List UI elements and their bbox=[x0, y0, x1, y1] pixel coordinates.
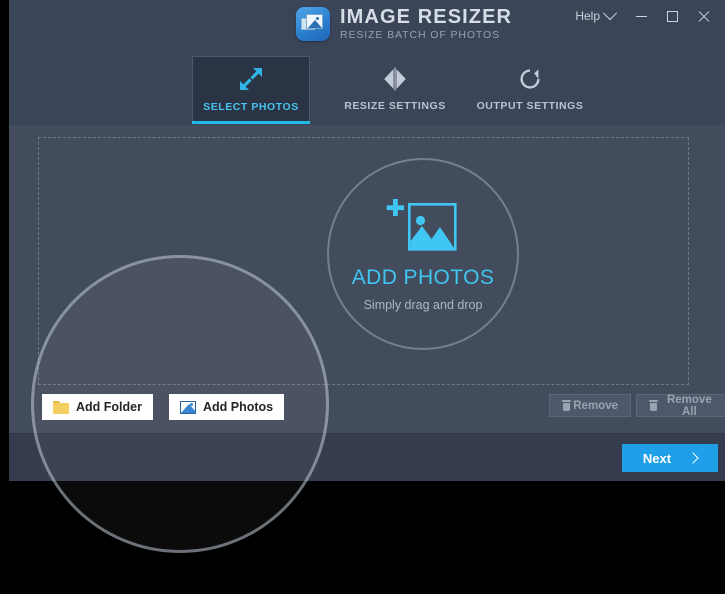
add-photos-button[interactable]: Add Photos bbox=[169, 394, 284, 420]
expand-arrows-icon bbox=[238, 66, 264, 92]
add-image-icon bbox=[384, 196, 462, 254]
remove-all-button[interactable]: Remove All bbox=[636, 394, 725, 417]
photo-icon bbox=[180, 401, 196, 414]
maximize-button[interactable] bbox=[658, 4, 687, 28]
minimize-icon bbox=[636, 16, 647, 17]
app-branding: IMAGE RESIZER RESIZE BATCH OF PHOTOS bbox=[296, 7, 512, 41]
tab-bar: SELECT PHOTOS RESIZE SETTINGS OUTPUT SET… bbox=[9, 56, 725, 125]
trash-icon bbox=[562, 400, 567, 411]
app-title: IMAGE RESIZER bbox=[340, 7, 512, 27]
tab-resize-settings[interactable]: RESIZE SETTINGS bbox=[336, 56, 454, 122]
add-folder-button[interactable]: Add Folder bbox=[42, 394, 153, 420]
add-photos-label: Add Photos bbox=[203, 400, 273, 414]
application-window: IMAGE RESIZER RESIZE BATCH OF PHOTOS Hel… bbox=[9, 0, 725, 481]
remove-label: Remove bbox=[573, 400, 618, 412]
flip-horizontal-icon bbox=[382, 67, 408, 91]
close-button[interactable] bbox=[689, 4, 718, 28]
tab-active-underline bbox=[192, 121, 310, 124]
stacked-photos-icon bbox=[296, 7, 330, 41]
help-menu-button[interactable]: Help bbox=[569, 4, 623, 28]
chevron-down-icon bbox=[603, 6, 617, 20]
chevron-right-icon bbox=[687, 452, 698, 463]
remove-button[interactable]: Remove bbox=[549, 394, 631, 417]
add-photos-drop-target[interactable]: ADD PHOTOS Simply drag and drop bbox=[327, 158, 519, 350]
screenshot-root: IMAGE RESIZER RESIZE BATCH OF PHOTOS Hel… bbox=[0, 0, 725, 594]
tab-label: RESIZE SETTINGS bbox=[344, 100, 446, 112]
app-subtitle: RESIZE BATCH OF PHOTOS bbox=[340, 30, 512, 41]
folder-icon bbox=[53, 401, 69, 414]
help-menu-label: Help bbox=[575, 9, 600, 23]
minimize-button[interactable] bbox=[627, 4, 656, 28]
rotate-clockwise-icon bbox=[518, 67, 542, 91]
tab-output-settings[interactable]: OUTPUT SETTINGS bbox=[471, 56, 589, 122]
next-button[interactable]: Next bbox=[622, 444, 718, 472]
photo-drop-area[interactable]: ADD PHOTOS Simply drag and drop bbox=[38, 137, 689, 385]
next-label: Next bbox=[643, 451, 671, 466]
footer-bar: Next bbox=[9, 433, 725, 481]
title-bar: IMAGE RESIZER RESIZE BATCH OF PHOTOS Hel… bbox=[9, 0, 725, 56]
add-folder-label: Add Folder bbox=[76, 400, 142, 414]
tab-select-photos[interactable]: SELECT PHOTOS bbox=[192, 56, 310, 122]
tab-label: OUTPUT SETTINGS bbox=[477, 100, 584, 112]
content-area: ADD PHOTOS Simply drag and drop Add Fold… bbox=[9, 125, 725, 433]
trash-icon bbox=[649, 400, 657, 411]
drop-zone-subtitle: Simply drag and drop bbox=[364, 298, 483, 312]
window-controls: Help bbox=[569, 4, 718, 28]
maximize-icon bbox=[667, 11, 678, 22]
close-icon bbox=[697, 10, 710, 23]
tab-label: SELECT PHOTOS bbox=[203, 101, 299, 113]
remove-all-label: Remove All bbox=[663, 394, 716, 418]
action-button-row: Add Folder Add Photos Remove Remove All bbox=[9, 389, 725, 433]
drop-zone-title: ADD PHOTOS bbox=[352, 266, 494, 290]
